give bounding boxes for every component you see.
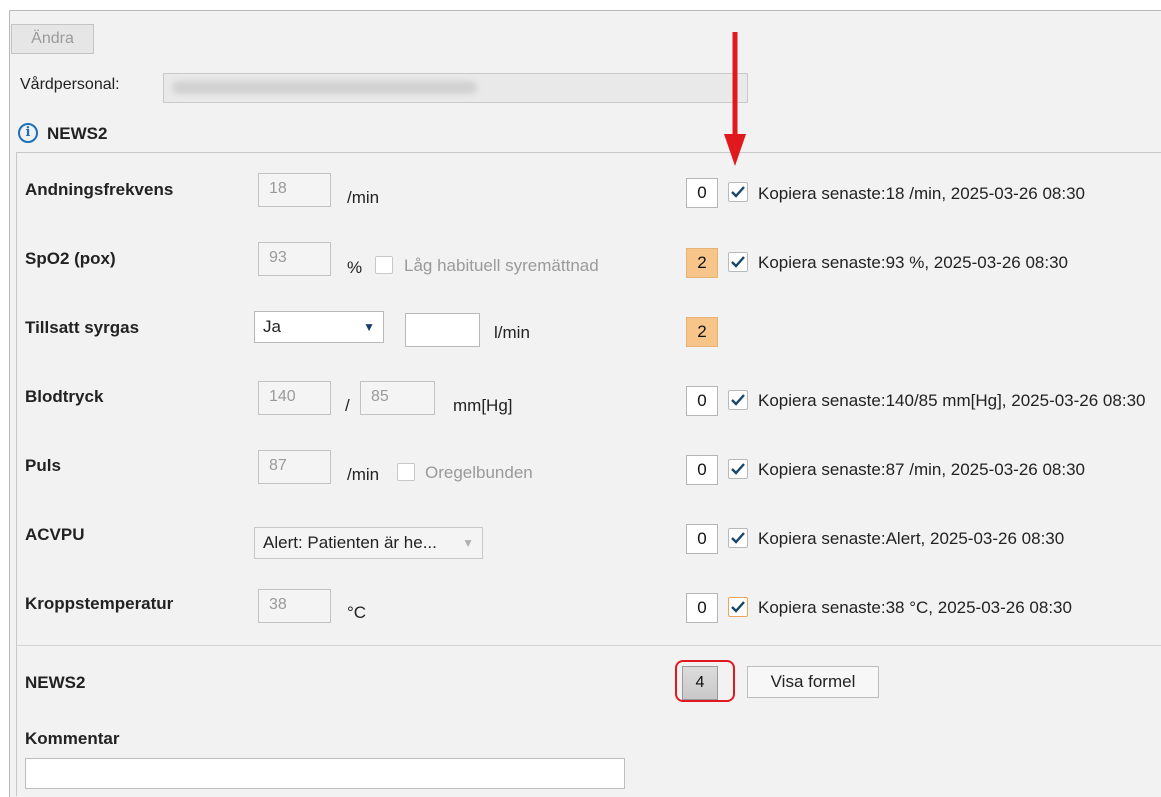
irregular-pulse-label: Oregelbunden xyxy=(425,463,533,482)
chevron-down-icon: ▼ xyxy=(363,320,375,334)
oxygen-flow-unit: l/min xyxy=(494,323,530,342)
oxygen-flow-input[interactable] xyxy=(405,313,480,347)
bp-diastolic-input[interactable]: 85 xyxy=(360,381,435,415)
low-habitual-sat-label: Låg habituell syremättnad xyxy=(404,256,599,275)
oxygen-select[interactable]: Ja ▼ xyxy=(254,311,384,343)
chevron-down-icon: ▼ xyxy=(462,536,474,550)
comment-input[interactable] xyxy=(25,758,625,789)
spo2-unit: % xyxy=(347,258,363,277)
staff-label: Vårdpersonal: xyxy=(20,76,120,93)
divider xyxy=(17,645,1161,646)
acvpu-copy-checkbox[interactable] xyxy=(728,528,748,548)
temp-label: Kroppstemperatur xyxy=(25,594,174,613)
pulse-copy-text: Kopiera senaste:87 /min, 2025-03-26 08:3… xyxy=(758,460,1086,479)
section-title: NEWS2 xyxy=(47,124,108,143)
checkmark-icon xyxy=(731,601,745,613)
staff-value-redacted xyxy=(172,81,477,94)
annotation-highlight-ring xyxy=(675,660,735,702)
annotation-arrow-icon xyxy=(724,32,746,166)
low-habitual-sat-checkbox[interactable] xyxy=(375,256,393,274)
acvpu-select-value: Alert: Patienten är he... xyxy=(263,533,437,552)
show-formula-button[interactable]: Visa formel xyxy=(747,666,879,698)
news2-total-label: NEWS2 xyxy=(25,673,86,692)
spo2-label: SpO2 (pox) xyxy=(25,249,116,268)
acvpu-score: 0 xyxy=(686,524,718,554)
pulse-label: Puls xyxy=(25,456,61,475)
temp-input[interactable]: 38 xyxy=(258,589,331,623)
bp-separator: / xyxy=(345,396,350,415)
bp-systolic-input[interactable]: 140 xyxy=(258,381,331,415)
acvpu-select[interactable]: Alert: Patienten är he... ▼ xyxy=(254,527,483,559)
pulse-score: 0 xyxy=(686,455,718,485)
bp-copy-checkbox[interactable] xyxy=(728,390,748,410)
pulse-unit: /min xyxy=(347,465,380,484)
oxygen-score: 2 xyxy=(686,317,718,347)
resp-rate-input[interactable]: 18 xyxy=(258,173,331,207)
resp-rate-label: Andningsfrekvens xyxy=(25,180,174,199)
bp-copy-text: Kopiera senaste:140/85 mm[Hg], 2025-03-2… xyxy=(758,391,1146,410)
checkmark-icon xyxy=(731,463,745,475)
spo2-score: 2 xyxy=(686,248,718,278)
checkmark-icon xyxy=(731,394,745,406)
checkmark-icon xyxy=(731,186,745,198)
info-icon[interactable]: i xyxy=(18,123,38,143)
acvpu-copy-text: Kopiera senaste:Alert, 2025-03-26 08:30 xyxy=(758,529,1065,548)
checkmark-icon xyxy=(731,532,745,544)
oxygen-select-value: Ja xyxy=(263,317,281,336)
temp-score: 0 xyxy=(686,593,718,623)
resp-rate-score: 0 xyxy=(686,178,718,208)
oxygen-label: Tillsatt syrgas xyxy=(25,318,140,337)
bp-unit: mm[Hg] xyxy=(453,396,513,415)
acvpu-label: ACVPU xyxy=(25,525,85,544)
irregular-pulse-checkbox[interactable] xyxy=(397,463,415,481)
temp-unit: °C xyxy=(347,603,367,622)
edit-button[interactable]: Ändra xyxy=(11,24,94,54)
bp-label: Blodtryck xyxy=(25,387,104,406)
spo2-copy-text: Kopiera senaste:93 %, 2025-03-26 08:30 xyxy=(758,253,1069,272)
temp-copy-text: Kopiera senaste:38 °C, 2025-03-26 08:30 xyxy=(758,598,1072,617)
spo2-copy-checkbox[interactable] xyxy=(728,252,748,272)
bp-score: 0 xyxy=(686,386,718,416)
resp-rate-copy-text: Kopiera senaste:18 /min, 2025-03-26 08:3… xyxy=(758,184,1086,203)
resp-rate-copy-checkbox[interactable] xyxy=(728,182,748,202)
pulse-input[interactable]: 87 xyxy=(258,450,331,484)
resp-rate-unit: /min xyxy=(347,188,380,207)
checkmark-icon xyxy=(731,256,745,268)
bp-copy-text-clip: Kopiera senaste:140/85 mm[Hg], 2025-03-2… xyxy=(758,391,1160,411)
pulse-copy-checkbox[interactable] xyxy=(728,459,748,479)
comment-label: Kommentar xyxy=(25,729,120,748)
spo2-input[interactable]: 93 xyxy=(258,242,331,276)
temp-copy-checkbox[interactable] xyxy=(728,597,748,617)
